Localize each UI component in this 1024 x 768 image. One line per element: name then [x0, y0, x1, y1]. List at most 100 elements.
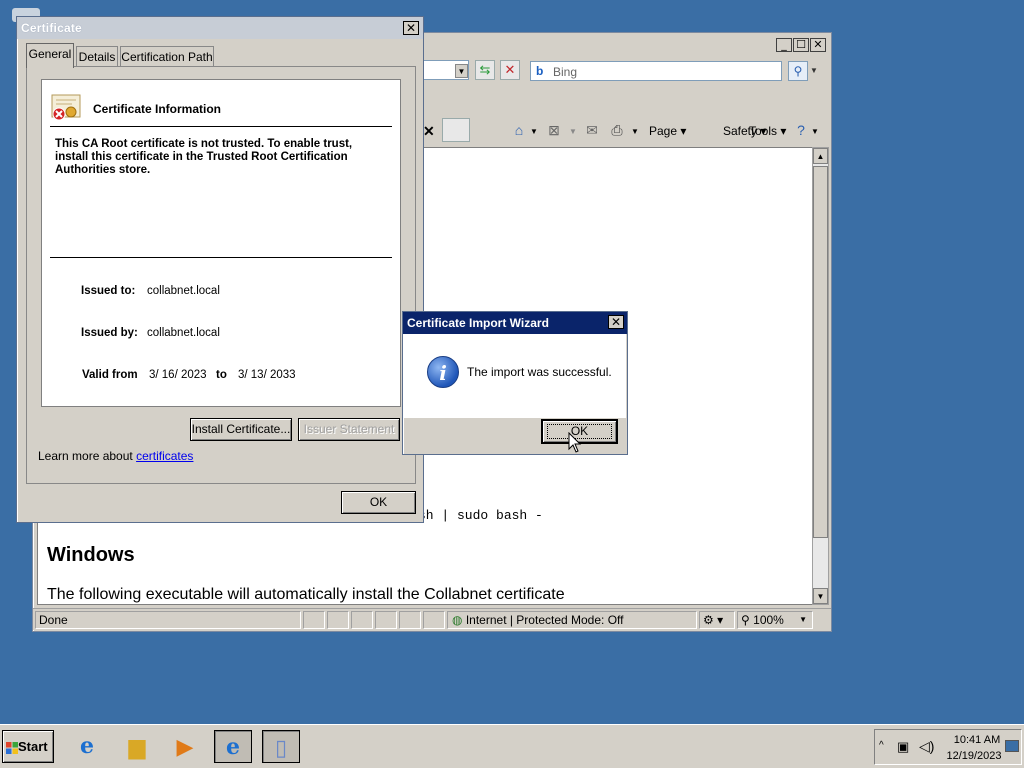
status-cell [375, 611, 397, 629]
network-icon[interactable]: ▣ [897, 739, 909, 755]
certificate-info-box: Certificate Information This CA Root cer… [41, 79, 401, 407]
show-hidden-icons-icon[interactable]: ^ [879, 740, 884, 751]
success-message: The import was successful. [467, 365, 612, 379]
page-menu[interactable]: Page ▾ [649, 124, 686, 138]
vertical-scrollbar[interactable]: ▲ ▼ [812, 147, 829, 605]
protected-mode-icon[interactable]: ⚙ ▾ [699, 611, 735, 629]
status-bar: Done ◍ Internet | Protected Mode: Off ⚙ … [33, 608, 831, 630]
info-title: Certificate Information [93, 102, 222, 116]
volume-icon[interactable]: ◁) [919, 738, 934, 755]
address-dropdown-icon[interactable]: ▼ [455, 64, 468, 78]
dialog-titlebar: Certificate Import Wizard ✕ [403, 312, 627, 334]
document-window-button[interactable]: ▯ [262, 730, 300, 763]
install-certificate-button[interactable]: Install Certificate... [190, 418, 292, 441]
print-dropdown-icon[interactable]: ▼ [631, 127, 639, 136]
dialog-title: Certificate [21, 21, 82, 35]
search-placeholder: Bing [553, 65, 578, 79]
learn-more-text: Learn more about certificates [38, 449, 193, 463]
import-wizard-dialog: Certificate Import Wizard ✕ i The import… [402, 311, 628, 455]
help-icon[interactable]: ? [792, 121, 810, 139]
zoom-icon: ⚲ [741, 613, 750, 627]
new-tab-button[interactable] [442, 118, 470, 142]
search-input[interactable]: b Bing [530, 61, 782, 81]
tab-details[interactable]: Details [76, 46, 118, 67]
home-dropdown-icon[interactable]: ▼ [530, 127, 538, 136]
scroll-up-icon[interactable]: ▲ [813, 148, 828, 164]
maximize-button[interactable]: ☐ [793, 38, 809, 52]
issued-by-label: Issued by: [81, 327, 138, 339]
close-button[interactable]: ✕ [810, 38, 826, 52]
globe-icon: ◍ [452, 613, 463, 627]
minimize-button[interactable]: _ [776, 38, 792, 52]
clock-time[interactable]: 10:41 AM [949, 734, 1005, 746]
close-tab-icon[interactable]: ✕ [423, 123, 435, 140]
refresh-icon[interactable]: ⇆ [475, 60, 495, 80]
status-cell [303, 611, 325, 629]
certificate-error-icon [51, 94, 81, 121]
valid-to-label: to [216, 369, 227, 381]
taskbar: Start e ▆ ▶ e ▯ ^ ▣ ◁) 10:41 AM 12/19/20… [0, 724, 1024, 768]
status-cell [399, 611, 421, 629]
zoom-level: 100% [753, 613, 784, 627]
clock-date[interactable]: 12/19/2023 [941, 750, 1007, 762]
separator [50, 126, 392, 127]
status-cell [423, 611, 445, 629]
help-dropdown-icon[interactable]: ▼ [811, 127, 819, 136]
certificates-link[interactable]: certificates [136, 449, 193, 463]
dialog-title: Certificate Import Wizard [407, 316, 549, 330]
ok-button[interactable]: OK [341, 491, 416, 514]
internet-explorer-window-button[interactable]: e [214, 730, 252, 763]
valid-to-value: 3/ 13/ 2033 [238, 369, 296, 381]
scroll-thumb[interactable] [813, 166, 828, 538]
status-cell [351, 611, 373, 629]
tools-menu-label: Tools [749, 124, 778, 138]
mail-icon[interactable]: ✉ [583, 121, 601, 139]
issuer-statement-button[interactable]: Issuer Statement [298, 418, 400, 441]
zoom-control[interactable]: ⚲ 100% ▼ [737, 611, 813, 629]
home-icon[interactable]: ⌂ [510, 121, 528, 139]
stop-icon[interactable]: ✕ [500, 60, 520, 80]
valid-from-label: Valid from [82, 369, 138, 381]
code-line: sh | sudo bash - [418, 508, 543, 523]
information-icon: i [427, 356, 459, 388]
zone-status[interactable]: ◍ Internet | Protected Mode: Off [447, 611, 697, 629]
mouse-cursor-icon [568, 432, 582, 453]
issued-to-label: Issued to: [81, 285, 136, 297]
tools-menu[interactable]: Tools ▾ [749, 124, 786, 138]
start-label: Start [18, 739, 48, 754]
issued-to-value: collabnet.local [147, 285, 220, 297]
page-heading: Windows [47, 544, 135, 566]
learn-more-label: Learn more about [38, 449, 133, 463]
windows-logo-icon [6, 742, 18, 754]
certificate-dialog: Certificate ✕ General Details Certificat… [16, 16, 424, 523]
dialog-titlebar: Certificate ✕ [17, 17, 423, 39]
status-text: Done [35, 611, 301, 629]
show-desktop-icon[interactable] [1005, 740, 1019, 752]
trust-warning: This CA Root certificate is not trusted.… [55, 138, 353, 176]
tab-general[interactable]: General [26, 43, 74, 68]
print-icon[interactable]: ⎙ [608, 121, 626, 139]
page-menu-label: Page [649, 124, 678, 138]
close-button[interactable]: ✕ [608, 315, 624, 329]
separator [50, 257, 392, 258]
issued-by-value: collabnet.local [147, 327, 220, 339]
scroll-down-icon[interactable]: ▼ [813, 588, 828, 604]
status-cell [327, 611, 349, 629]
feeds-dropdown-icon[interactable]: ▼ [569, 127, 577, 136]
message-body: i The import was successful. [404, 334, 626, 418]
zoom-dropdown-icon: ▼ [799, 615, 807, 624]
search-icon[interactable]: ⚲ [788, 61, 808, 81]
zone-text: Internet | Protected Mode: Off [465, 613, 624, 627]
feeds-icon[interactable]: ⊠ [545, 121, 563, 139]
search-options-icon[interactable]: ▼ [810, 61, 822, 81]
close-button[interactable]: ✕ [403, 21, 419, 35]
valid-from-value: 3/ 16/ 2023 [149, 369, 207, 381]
tab-certification-path[interactable]: Certification Path [120, 46, 214, 67]
folder-icon[interactable]: ▆ [118, 730, 156, 763]
page-paragraph: The following executable will automatica… [47, 586, 565, 603]
start-button[interactable]: Start [2, 730, 54, 763]
bing-icon: b [536, 64, 544, 78]
internet-explorer-icon[interactable]: e [68, 730, 106, 763]
media-player-icon[interactable]: ▶ [166, 730, 204, 763]
system-tray: ^ ▣ ◁) 10:41 AM 12/19/2023 [874, 729, 1022, 765]
